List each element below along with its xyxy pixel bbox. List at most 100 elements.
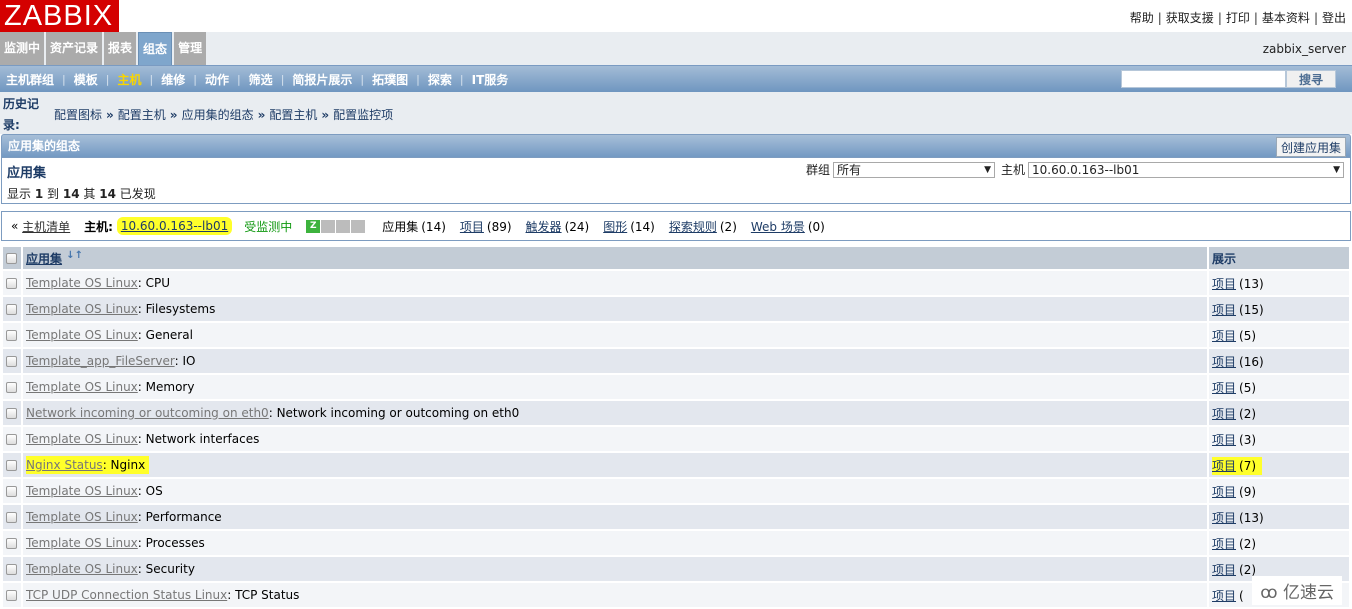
items-link[interactable]: 项目: [1212, 355, 1236, 369]
top-link[interactable]: 打印: [1226, 11, 1250, 25]
top-link[interactable]: 登出: [1322, 11, 1346, 25]
sub-nav-item[interactable]: 维修: [161, 71, 185, 88]
items-wrap: 项目 (7): [1212, 456, 1263, 475]
items-count: (9): [1239, 484, 1257, 499]
application-cell: Nginx Status: Nginx: [23, 453, 1207, 477]
items-count: (5): [1239, 328, 1257, 343]
row-checkbox[interactable]: [6, 304, 17, 315]
main-menu: 监测中 资产记录 报表 组态 管理 zabbix_server: [0, 32, 1352, 66]
top-link[interactable]: 帮助: [1130, 11, 1154, 25]
column-display: 展示: [1209, 247, 1349, 269]
create-application-button[interactable]: 创建应用集: [1275, 137, 1346, 157]
host-select[interactable]: 10.60.0.163--lb01 ▼: [1028, 161, 1344, 178]
table-row: Template OS Linux: Network interfaces 项目(…: [3, 427, 1349, 451]
items-link[interactable]: 项目: [1212, 485, 1236, 499]
sub-nav-item[interactable]: 动作: [205, 71, 229, 88]
template-link[interactable]: Template OS Linux: [26, 276, 138, 290]
items-link[interactable]: 项目: [1212, 511, 1236, 525]
items-link[interactable]: 项目: [1212, 303, 1236, 317]
top-bar: ZABBIX 帮助 | 获取支援 | 打印 | 基本资料 | 登出: [0, 0, 1352, 32]
top-link[interactable]: 基本资料: [1262, 11, 1310, 25]
items-link[interactable]: 项目: [1212, 407, 1236, 421]
select-all-checkbox[interactable]: [6, 253, 17, 264]
row-checkbox[interactable]: [6, 486, 17, 497]
host-name-link[interactable]: 10.60.0.163--lb01: [121, 219, 228, 233]
host-section-link-label[interactable]: 图形: [603, 220, 627, 234]
items-wrap: 项目 (9): [1212, 485, 1256, 499]
column-application[interactable]: 应用集 ↓↑: [23, 247, 1207, 269]
template-link[interactable]: Template OS Linux: [26, 328, 138, 342]
items-link[interactable]: 项目: [1212, 329, 1236, 343]
template-link[interactable]: TCP UDP Connection Status Linux: [26, 588, 227, 602]
template-link[interactable]: Template OS Linux: [26, 510, 138, 524]
host-section-link-label[interactable]: 触发器: [526, 220, 562, 234]
items-wrap: 项目 (2): [1212, 537, 1256, 551]
row-checkbox[interactable]: [6, 538, 17, 549]
group-select[interactable]: 所有 ▼: [832, 161, 995, 178]
row-checkbox[interactable]: [6, 330, 17, 341]
items-wrap: 项目 (2): [1212, 407, 1256, 421]
row-checkbox[interactable]: [6, 382, 17, 393]
template-link[interactable]: Template OS Linux: [26, 536, 138, 550]
row-checkbox[interactable]: [6, 408, 17, 419]
top-link[interactable]: 获取支援: [1166, 11, 1214, 25]
breadcrumb-link[interactable]: 配置主机: [269, 108, 317, 122]
main-tab[interactable]: 监测中: [0, 32, 45, 65]
items-link[interactable]: 项目: [1212, 277, 1236, 291]
items-link[interactable]: 项目: [1212, 433, 1236, 447]
search-input[interactable]: [1121, 70, 1286, 88]
sub-nav-item[interactable]: 主机群组: [6, 71, 54, 88]
sort-application-link[interactable]: 应用集: [26, 252, 62, 266]
table-row: Nginx Status: Nginx 项目 (7): [3, 453, 1349, 477]
template-link[interactable]: Nginx Status: [26, 458, 103, 472]
row-checkbox[interactable]: [6, 564, 17, 575]
sub-nav-item[interactable]: 主机: [117, 71, 141, 88]
sub-nav-item[interactable]: IT服务: [472, 71, 509, 88]
application-separator: :: [227, 588, 236, 602]
breadcrumb-link[interactable]: 配置图标: [54, 108, 102, 122]
items-link[interactable]: 项目: [1212, 381, 1236, 395]
template-link[interactable]: Template OS Linux: [26, 302, 138, 316]
template-link[interactable]: Template OS Linux: [26, 484, 138, 498]
breadcrumb-link[interactable]: 应用集的组态: [182, 108, 254, 122]
row-checkbox[interactable]: [6, 590, 17, 601]
main-tab[interactable]: 报表: [104, 32, 137, 65]
template-link[interactable]: Template OS Linux: [26, 432, 138, 446]
availability-jmx-icon: [336, 219, 351, 233]
template-link[interactable]: Template OS Linux: [26, 562, 138, 576]
breadcrumb-link[interactable]: 配置主机: [118, 108, 166, 122]
separator: |: [280, 72, 285, 86]
host-list-link[interactable]: 主机清单: [22, 218, 70, 235]
main-tab[interactable]: 组态: [138, 32, 173, 65]
row-checkbox[interactable]: [6, 460, 17, 471]
row-checkbox[interactable]: [6, 434, 17, 445]
template-link[interactable]: Template_app_FileServer: [26, 354, 175, 368]
host-section-link-label[interactable]: 探索规则: [669, 220, 717, 234]
items-link[interactable]: 项目: [1212, 459, 1236, 473]
host-section-link-label[interactable]: Web 场景: [751, 220, 805, 234]
top-links: 帮助 | 获取支援 | 打印 | 基本资料 | 登出: [1130, 9, 1346, 26]
sub-nav-item[interactable]: 简报片展示: [292, 71, 352, 88]
host-section-link-label[interactable]: 项目: [460, 220, 484, 234]
sub-nav-item[interactable]: 模板: [74, 71, 98, 88]
row-checkbox[interactable]: [6, 512, 17, 523]
zabbix-logo[interactable]: ZABBIX: [0, 0, 119, 32]
main-tab[interactable]: 资产记录: [46, 32, 103, 65]
items-link[interactable]: 项目: [1212, 537, 1236, 551]
sub-nav-item[interactable]: 拓璞图: [372, 71, 408, 88]
separator: |: [1157, 11, 1162, 25]
row-checkbox[interactable]: [6, 278, 17, 289]
sub-nav-item[interactable]: 筛选: [249, 71, 273, 88]
search-button[interactable]: 搜寻: [1286, 70, 1336, 88]
breadcrumb-link[interactable]: 配置监控项: [333, 108, 393, 122]
template-link[interactable]: Template OS Linux: [26, 380, 138, 394]
table-row: Template OS Linux: General 项目 (5): [3, 323, 1349, 347]
sub-nav-item[interactable]: 探索: [428, 71, 452, 88]
template-link[interactable]: Network incoming or outcoming on eth0: [26, 406, 269, 420]
row-select-cell: [3, 297, 21, 321]
row-checkbox[interactable]: [6, 356, 17, 367]
application-text: TCP UDP Connection Status Linux: TCP Sta…: [26, 588, 299, 602]
items-link[interactable]: 项目: [1212, 563, 1236, 577]
main-tab[interactable]: 管理: [174, 32, 207, 65]
items-link[interactable]: 项目: [1212, 589, 1236, 603]
